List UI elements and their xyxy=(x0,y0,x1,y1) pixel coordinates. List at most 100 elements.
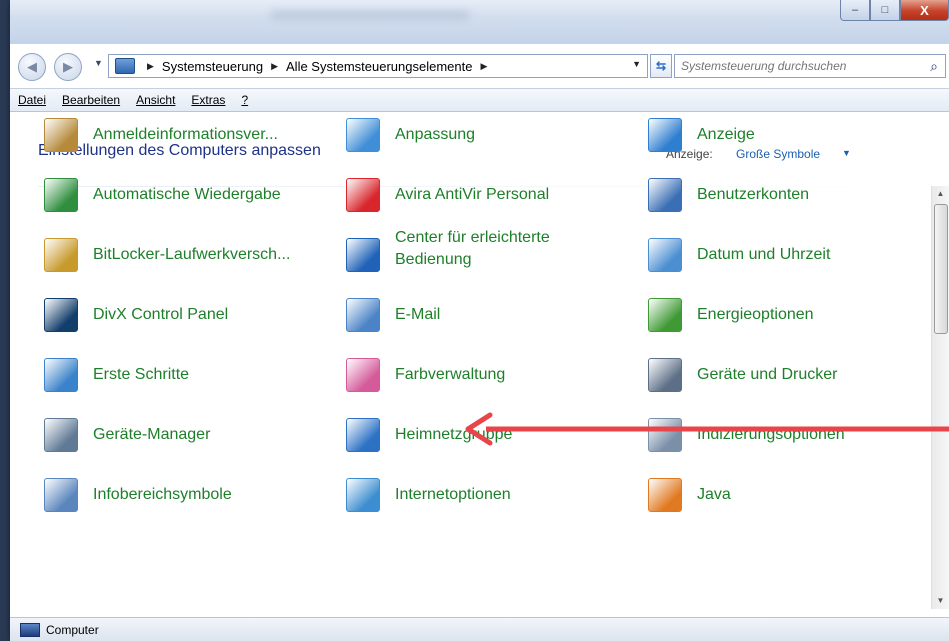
control-panel-item[interactable]: Energieoptionen xyxy=(648,298,814,332)
menu-ansicht[interactable]: Ansicht xyxy=(136,93,175,107)
menu-bar: Datei Bearbeiten Ansicht Extras ? xyxy=(10,88,949,112)
breadcrumb-alle-elemente[interactable]: Alle Systemsteuerungselemente xyxy=(286,59,472,74)
control-panel-item-label: DivX Control Panel xyxy=(93,306,229,323)
search-input[interactable] xyxy=(675,58,923,74)
back-button[interactable]: ◀ xyxy=(18,53,46,81)
ease-of-access-icon xyxy=(346,238,380,272)
control-panel-item-label: Java xyxy=(697,486,731,503)
chevron-down-icon[interactable]: ▼ xyxy=(842,148,851,158)
content-area: Einstellungen des Computers anpassen Anz… xyxy=(10,112,949,617)
java-icon xyxy=(648,478,682,512)
control-panel-item[interactable]: DivX Control Panel xyxy=(44,298,228,332)
breadcrumb-chevron-icon[interactable]: ▶ xyxy=(480,61,487,72)
control-panel-item-label: Geräte-Manager xyxy=(93,426,211,443)
back-arrow-icon: ◀ xyxy=(27,59,37,74)
forward-arrow-icon: ▶ xyxy=(63,59,73,74)
scroll-up-icon[interactable]: ▲ xyxy=(932,186,949,202)
menu-help[interactable]: ? xyxy=(241,93,248,107)
credential-vault-icon xyxy=(44,118,78,152)
control-panel-item-label: Center für erleichterte Bedienung xyxy=(395,229,550,268)
control-panel-item[interactable]: BitLocker-Laufwerkversch... xyxy=(44,238,290,272)
control-panel-item[interactable]: Anzeige xyxy=(648,118,755,152)
divx-icon xyxy=(44,298,78,332)
control-panel-item-label: Anmeldeinformationsver... xyxy=(93,126,278,143)
title-bar[interactable]: – □ X xyxy=(10,0,949,44)
breadcrumb-chevron-icon[interactable]: ▶ xyxy=(271,61,278,72)
control-panel-item[interactable]: Anmeldeinformationsver... xyxy=(44,118,278,152)
display-icon xyxy=(648,118,682,152)
color-management-icon xyxy=(346,358,380,392)
address-bar[interactable]: ▶ Systemsteuerung ▶ Alle Systemsteuerung… xyxy=(108,54,648,78)
navigation-bar: ◀ ▶ ▼ ▶ Systemsteuerung ▶ Alle Systemste… xyxy=(10,52,949,82)
control-panel-item-label: Automatische Wiedergabe xyxy=(93,186,281,203)
minimize-button[interactable]: – xyxy=(840,0,870,21)
control-panel-item[interactable]: Geräte-Manager xyxy=(44,418,210,452)
search-icon[interactable]: ⌕ xyxy=(923,58,945,75)
control-panel-item-label: Farbverwaltung xyxy=(395,366,506,383)
scroll-thumb[interactable] xyxy=(934,204,948,334)
autoplay-icon xyxy=(44,178,78,212)
menu-bearbeiten[interactable]: Bearbeiten xyxy=(62,93,120,107)
control-panel-item[interactable]: Farbverwaltung xyxy=(346,358,505,392)
close-button[interactable]: X xyxy=(900,0,949,21)
control-panel-item[interactable]: Datum und Uhrzeit xyxy=(648,238,830,272)
control-panel-item-label: Datum und Uhrzeit xyxy=(697,246,831,263)
control-panel-item[interactable]: Java xyxy=(648,478,731,512)
breadcrumb-systemsteuerung[interactable]: Systemsteuerung xyxy=(162,59,263,74)
control-panel-item[interactable]: Center für erleichterte Bedienung xyxy=(346,226,595,272)
maximize-button[interactable]: □ xyxy=(870,0,900,21)
control-panel-item[interactable]: Automatische Wiedergabe xyxy=(44,178,281,212)
control-panel-item-label: Anzeige xyxy=(697,126,755,143)
status-text: Computer xyxy=(46,623,99,637)
control-panel-item-label: Internetoptionen xyxy=(395,486,511,503)
control-panel-item[interactable]: E-Mail xyxy=(346,298,440,332)
control-panel-window: – □ X ◀ ▶ ▼ ▶ Systemsteuerung ▶ Alle Sys… xyxy=(10,0,949,641)
control-panel-item[interactable]: Anpassung xyxy=(346,118,475,152)
control-panel-item-label: Geräte und Drucker xyxy=(697,366,838,383)
user-accounts-icon xyxy=(648,178,682,212)
notification-area-icon xyxy=(44,478,78,512)
forward-button[interactable]: ▶ xyxy=(54,53,82,81)
control-panel-item[interactable]: Infobereichsymbole xyxy=(44,478,232,512)
homegroup-icon xyxy=(346,418,380,452)
control-panel-item-label: Benutzerkonten xyxy=(697,186,810,203)
control-panel-icon xyxy=(115,58,135,74)
control-panel-item[interactable]: Avira AntiVir Personal xyxy=(346,178,549,212)
address-dropdown-icon[interactable]: ▼ xyxy=(632,59,641,69)
power-options-icon xyxy=(648,298,682,332)
date-time-icon xyxy=(648,238,682,272)
computer-icon xyxy=(20,623,40,637)
refresh-button[interactable]: ⇆ xyxy=(650,54,672,78)
email-icon xyxy=(346,298,380,332)
control-panel-item[interactable]: Erste Schritte xyxy=(44,358,189,392)
bitlocker-icon xyxy=(44,238,78,272)
control-panel-item-label: Erste Schritte xyxy=(93,366,190,383)
control-panel-item-label: Infobereichsymbole xyxy=(93,486,232,503)
blurred-title xyxy=(270,10,470,20)
control-panel-item-label: Avira AntiVir Personal xyxy=(395,186,550,203)
devices-printers-icon xyxy=(648,358,682,392)
control-panel-item-label: BitLocker-Laufwerkversch... xyxy=(93,246,291,263)
control-panel-item[interactable]: Benutzerkonten xyxy=(648,178,809,212)
breadcrumb-chevron-icon[interactable]: ▶ xyxy=(147,61,154,72)
control-panel-item[interactable]: Geräte und Drucker xyxy=(648,358,838,392)
refresh-icon: ⇆ xyxy=(655,59,667,73)
control-panel-item-label: Energieoptionen xyxy=(697,306,814,323)
vertical-scrollbar[interactable]: ▲ ▼ xyxy=(931,186,949,609)
recent-pages-dropdown[interactable]: ▼ xyxy=(94,58,103,68)
control-panel-item-label: Anpassung xyxy=(395,126,476,143)
getting-started-icon xyxy=(44,358,78,392)
device-manager-icon xyxy=(44,418,78,452)
search-box: ⌕ xyxy=(674,54,946,78)
window-controls: – □ X xyxy=(840,0,949,21)
personalization-icon xyxy=(346,118,380,152)
annotation-arrow xyxy=(465,412,949,446)
internet-options-icon xyxy=(346,478,380,512)
avira-icon xyxy=(346,178,380,212)
scroll-down-icon[interactable]: ▼ xyxy=(932,593,949,609)
control-panel-item-label: E-Mail xyxy=(395,306,441,323)
status-bar: Computer xyxy=(10,617,949,641)
menu-extras[interactable]: Extras xyxy=(191,93,225,107)
menu-datei[interactable]: Datei xyxy=(18,93,46,107)
control-panel-item[interactable]: Internetoptionen xyxy=(346,478,511,512)
